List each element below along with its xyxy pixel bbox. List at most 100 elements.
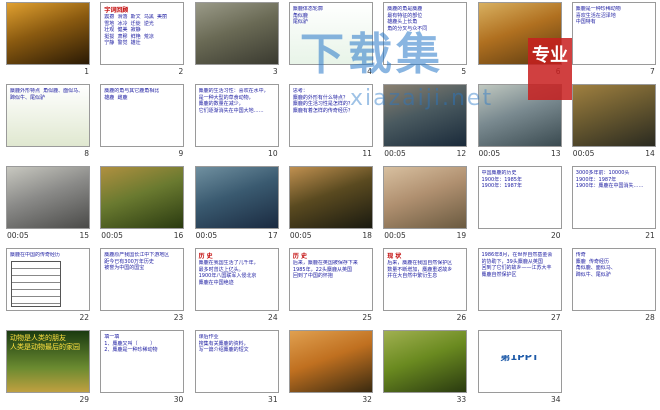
slide-thumbnail-cell[interactable]: 思考： 麋鹿的外形有什么特点？ 麋鹿的生活习性是怎样的？ 麋鹿有着怎样的传奇经历… <box>283 82 379 162</box>
slide-thumbnail-cell[interactable]: 麋鹿体态轮廓 角似鹿 尾似驴 4 <box>283 0 379 80</box>
slide-thumbnail[interactable] <box>571 84 656 147</box>
slide-thumbnail-cell[interactable]: 00:05 15 <box>0 164 96 244</box>
slide-thumbnail[interactable]: 历 史麋鹿在我国生活了几千年， 最多时曾达上亿头。 1900年八国联军入侵北京 … <box>194 248 279 311</box>
slide-thumbnail-cell[interactable]: 6 <box>472 0 568 80</box>
slide-thumbnail[interactable] <box>100 166 185 229</box>
slide-footer: 5 <box>383 66 467 78</box>
slide-thumbnail-cell[interactable]: 中国麋鹿的历史 1900年：1985年 1900年：1987年 20 <box>472 164 568 244</box>
slide-thumbnail[interactable]: 麋鹿的生活习性：喜欢在水中， 是一种大型的草食动物， 麋鹿的数量在减少， 它们逐… <box>194 84 279 147</box>
slide-thumbnail-cell[interactable]: 填一填 1、麋鹿又叫（ ） 2、麋鹿是一种珍稀动物 30 <box>94 328 190 408</box>
slide-footer: 3 <box>195 66 279 78</box>
slide-thumbnail-cell[interactable]: 3000多年前：10000头 1900年：1987年 1900年：麋鹿在中国消失… <box>566 164 660 244</box>
slide-thumbnail[interactable]: 麋鹿是一种珍稀动物 喜欢生活在沼泽地 中国特有 <box>571 2 656 65</box>
slide-footer: 26 <box>383 312 467 324</box>
slide-thumbnail-cell[interactable]: 32 <box>283 328 379 408</box>
slide-number: 22 <box>79 313 89 322</box>
slide-thumbnail[interactable]: 1986年8月，在世界自然基金会 的协助下，39头麋鹿从英国 回到了它们的故乡—… <box>477 248 562 311</box>
slide-thumbnail[interactable]: 填一填 1、麋鹿又叫（ ） 2、麋鹿是一种珍稀动物 <box>100 330 185 393</box>
slide-thumbnail[interactable]: 历 史后来，麋鹿在英国被保存下来 1985年，22头麋鹿从英国 回到了中国的怀抱 <box>288 248 373 311</box>
slide-thumbnail[interactable]: 麋鹿原产我国长江中下游地区 距今已有300万年历史 被誉为中国的国宝 <box>100 248 185 311</box>
slide-thumbnail[interactable] <box>6 2 90 65</box>
slide-footer: 34 <box>478 394 562 406</box>
slide-thumbnail-cell[interactable]: 现 状后来，麋鹿在我国自然保护区 数量不断增加，麋鹿重返故乡 并在大自然中繁衍生… <box>377 246 473 326</box>
slide-thumbnail[interactable] <box>288 166 373 229</box>
slide-number: 27 <box>550 313 561 322</box>
slide-number: 12 <box>456 149 467 158</box>
slide-thumbnail[interactable]: 动物是人类的朋友 人类是动物最后的家园 <box>6 330 90 393</box>
slide-thumbnail-cell[interactable]: 00:05 12 <box>377 82 473 162</box>
slide-thumbnail-cell[interactable]: 00:05 19 <box>377 164 473 244</box>
slide-footer: 21 <box>572 230 656 242</box>
slide-thumbnail[interactable]: 第1PPT <box>477 330 562 393</box>
slide-thumbnail-cell[interactable]: 课后作业 搜集有关麋鹿的资料， 写一篇介绍麋鹿的短文 31 <box>189 328 285 408</box>
slide-thumbnail[interactable] <box>288 330 373 393</box>
slide-thumbnail-cell[interactable]: 1986年8月，在世界自然基金会 的协助下，39头麋鹿从英国 回到了它们的故乡—… <box>472 246 568 326</box>
slide-number: 19 <box>456 231 467 240</box>
slide-footer: 23 <box>100 312 184 324</box>
slide-footer: 28 <box>572 312 656 324</box>
slide-thumbnail-cell[interactable]: 字词回顾 震撼 滑落 斯文 乌黑 美丽 雪地 冰冷 迁徙 逆光 壮观 健美 寂静 … <box>94 0 190 80</box>
slide-thumbnail[interactable]: 麋鹿在中国的传奇经历 <box>6 248 90 311</box>
slide-thumbnail[interactable]: 麋鹿的角是麋鹿 最有特征的部位 雄鹿头上长角 角的分叉与众不同 <box>383 2 468 65</box>
slide-timing: 00:05 <box>289 231 312 240</box>
slide-footer: 00:05 18 <box>289 230 373 242</box>
slide-thumbnail[interactable]: 课后作业 搜集有关麋鹿的资料， 写一篇介绍麋鹿的短文 <box>194 330 279 393</box>
slide-thumbnail[interactable] <box>477 84 562 147</box>
slide-timing: 00:05 <box>195 231 218 240</box>
slide-thumbnail-cell[interactable]: 传奇 麋鹿 传奇经历 角似鹿、面似马、 蹄似牛、尾似驴 28 <box>566 246 660 326</box>
slide-thumbnail[interactable]: 现 状后来，麋鹿在我国自然保护区 数量不断增加，麋鹿重返故乡 并在大自然中繁衍生… <box>383 248 468 311</box>
slide-thumbnail[interactable] <box>383 84 468 147</box>
slide-thumbnail-cell[interactable]: 00:05 16 <box>94 164 190 244</box>
slide-footer: 2 <box>100 66 184 78</box>
slide-footer: 33 <box>383 394 467 406</box>
slide-thumbnail[interactable] <box>194 2 279 65</box>
slide-thumbnail-cell[interactable]: 麋鹿在中国的传奇经历 22 <box>0 246 96 326</box>
slide-footer: 29 <box>6 394 90 406</box>
slide-timing: 00:05 <box>478 149 501 158</box>
slide-thumbnail[interactable]: 麋鹿外形特点 角似鹿、面似马、蹄似牛、尾似驴 <box>6 84 90 147</box>
slide-thumbnail[interactable]: 思考： 麋鹿的外形有什么特点？ 麋鹿的生活习性是怎样的？ 麋鹿有着怎样的传奇经历… <box>288 84 373 147</box>
slide-thumbnail[interactable]: 麋鹿的角与其它鹿角相比 雄鹿 雌鹿 <box>100 84 185 147</box>
slide-timing: 00:05 <box>572 149 595 158</box>
slide-thumbnail-cell[interactable]: 00:05 14 <box>566 82 660 162</box>
slide-body-text: 后来，麋鹿在英国被保存下来 1985年，22头麋鹿从英国 回到了中国的怀抱 <box>292 260 358 279</box>
slide-thumbnail-cell[interactable]: 3 <box>189 0 285 80</box>
slide-thumbnail-cell[interactable]: 33 <box>377 328 473 408</box>
slide-footer: 00:05 15 <box>6 230 90 242</box>
slide-thumbnail-cell[interactable]: 麋鹿外形特点 角似鹿、面似马、蹄似牛、尾似驴 8 <box>0 82 96 162</box>
slide-thumbnail[interactable] <box>194 166 279 229</box>
slide-thumbnail[interactable]: 传奇 麋鹿 传奇经历 角似鹿、面似马、 蹄似牛、尾似驴 <box>571 248 656 311</box>
slide-thumbnail[interactable]: 字词回顾 震撼 滑落 斯文 乌黑 美丽 雪地 冰冷 迁徙 逆光 壮观 健美 寂静 … <box>100 2 185 65</box>
slide-body-text: 麋鹿在我国生活了几千年， 最多时曾达上亿头。 1900年八国联军入侵北京 麋鹿在… <box>198 260 259 286</box>
slide-thumbnail-cell[interactable]: 麋鹿的生活习性：喜欢在水中， 是一种大型的草食动物， 麋鹿的数量在减少， 它们逐… <box>189 82 285 162</box>
slide-thumbnail-cell[interactable]: 麋鹿的角是麋鹿 最有特征的部位 雄鹿头上长角 角的分叉与众不同 5 <box>377 0 473 80</box>
slide-number: 33 <box>456 395 467 404</box>
slide-thumbnail-cell[interactable]: 历 史后来，麋鹿在英国被保存下来 1985年，22头麋鹿从英国 回到了中国的怀抱… <box>283 246 379 326</box>
slide-thumbnail[interactable]: 中国麋鹿的历史 1900年：1985年 1900年：1987年 <box>477 166 562 229</box>
slide-number: 24 <box>268 313 278 322</box>
slide-thumbnail[interactable] <box>6 166 90 229</box>
slide-thumbnail-cell[interactable]: 00:05 17 <box>189 164 285 244</box>
slide-thumbnail-cell[interactable]: 麋鹿原产我国长江中下游地区 距今已有300万年历史 被誉为中国的国宝 23 <box>94 246 190 326</box>
slide-thumbnail-cell[interactable]: 第1PPT 34 <box>472 328 568 408</box>
slide-thumbnail-cell[interactable]: 麋鹿的角与其它鹿角相比 雄鹿 雌鹿 9 <box>94 82 190 162</box>
slide-thumbnail[interactable] <box>383 330 468 393</box>
slide-heading: 现 状 <box>387 253 402 260</box>
slide-thumbnail[interactable] <box>383 166 468 229</box>
slide-body-text: 麋鹿是一种珍稀动物 喜欢生活在沼泽地 中国特有 <box>575 6 621 25</box>
slide-timing: 00:05 <box>384 149 406 158</box>
slide-thumbnail-cell[interactable]: 麋鹿是一种珍稀动物 喜欢生活在沼泽地 中国特有 7 <box>566 0 660 80</box>
slide-thumbnail[interactable]: 麋鹿体态轮廓 角似鹿 尾似驴 <box>288 2 373 65</box>
slide-number: 7 <box>650 67 655 76</box>
slide-thumbnail[interactable] <box>477 2 562 65</box>
slide-body-text: 3000多年前：10000头 1900年：1987年 1900年：麋鹿在中国消失… <box>575 170 644 189</box>
slide-heading: 历 史 <box>198 253 213 260</box>
slide-number: 3 <box>272 67 278 76</box>
slide-thumbnail-cell[interactable]: 动物是人类的朋友 人类是动物最后的家园 29 <box>0 328 96 408</box>
slide-thumbnail-cell[interactable]: 00:05 13 <box>472 82 568 162</box>
slide-thumbnail-cell[interactable]: 1 <box>0 0 96 80</box>
slide-sorter-grid: 1 字词回顾 震撼 滑落 斯文 乌黑 美丽 雪地 冰冷 迁徙 逆光 壮观 健美 寂静… <box>0 0 660 410</box>
slide-thumbnail-cell[interactable]: 历 史麋鹿在我国生活了几千年， 最多时曾达上亿头。 1900年八国联军入侵北京 … <box>189 246 285 326</box>
slide-thumbnail-cell[interactable]: 00:05 18 <box>283 164 379 244</box>
slide-thumbnail[interactable]: 3000多年前：10000头 1900年：1987年 1900年：麋鹿在中国消失… <box>571 166 656 229</box>
